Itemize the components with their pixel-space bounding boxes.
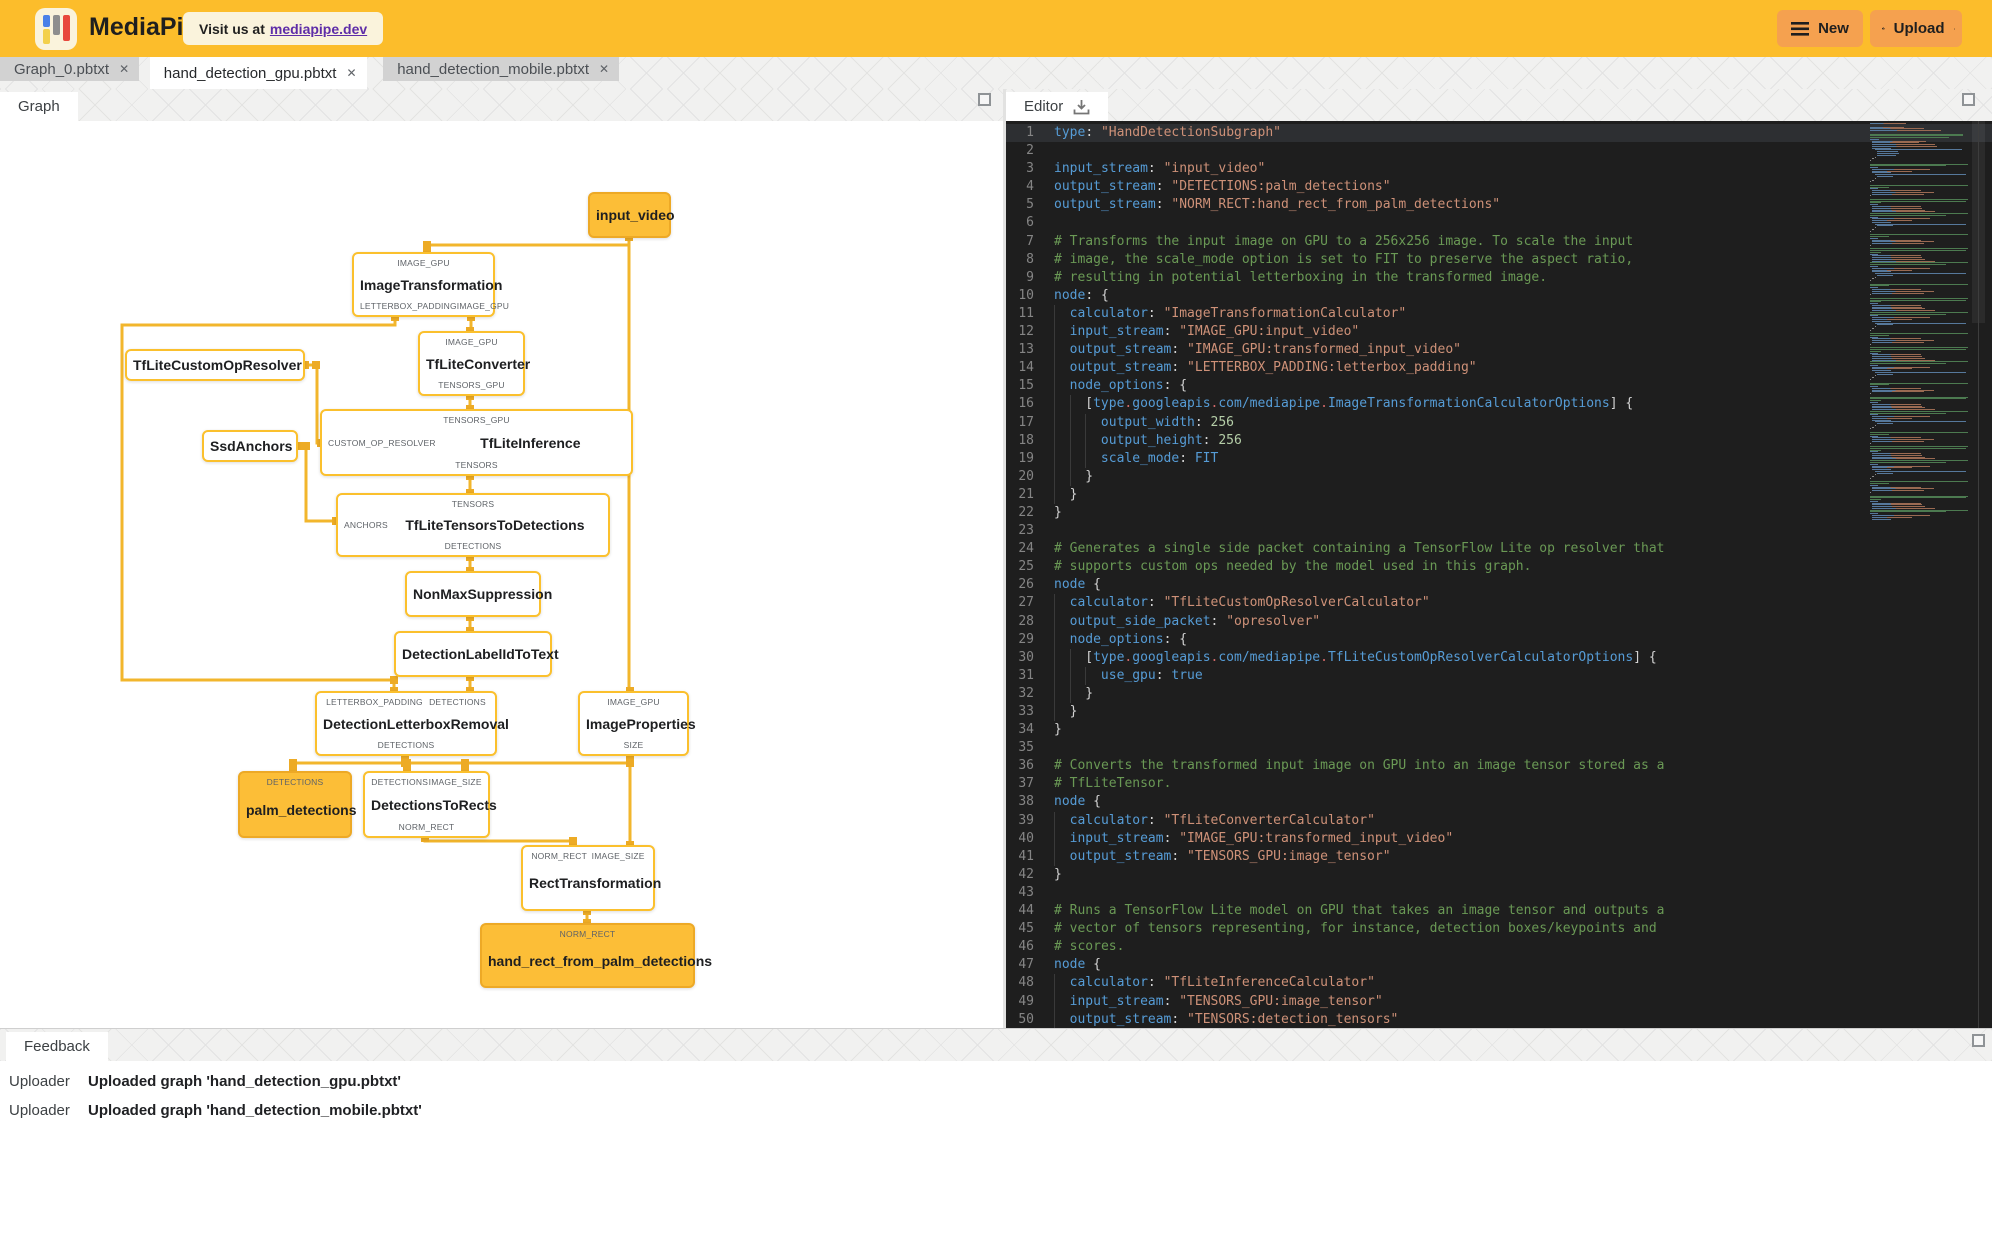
feedback-message: Uploaded graph 'hand_detection_gpu.pbtxt…	[88, 1072, 401, 1090]
menu-icon	[1791, 21, 1810, 36]
node-title: TfLiteCustomOpResolver	[133, 357, 302, 373]
graph-tab-row: Graph	[0, 89, 1003, 121]
port-labels: IMAGE_GPU	[445, 337, 498, 347]
editor-minimap[interactable]	[1868, 123, 1974, 520]
feedback-source: Uploader	[9, 1101, 70, 1119]
port-labels: LETTERBOX_PADDING IMAGE_GPU	[360, 301, 510, 311]
port-labels: TENSORS_GPU	[438, 380, 505, 390]
new-button-label: New	[1818, 20, 1849, 37]
mediapipe-visualizer: MediaPipe Visit us at mediapipe.dev New …	[0, 0, 1992, 1242]
node-title: TfLiteTensorsToDetections	[405, 517, 585, 533]
editor-tab-label: Editor	[1024, 98, 1064, 115]
port-labels: DETECTIONS IMAGE_SIZE	[371, 777, 482, 787]
port-labels: TENSORS_GPU	[443, 415, 510, 425]
graph-node-TfLiteTensorsToDetections[interactable]: TENSORS ANCHORS TfLiteTensorsToDetections D…	[336, 493, 610, 557]
node-title: NonMaxSuppression	[413, 586, 553, 602]
node-title: DetectionLabelIdToText	[402, 646, 559, 662]
tab-editor[interactable]: Editor	[1006, 92, 1109, 121]
editor-expand-icon[interactable]	[1962, 93, 1975, 106]
file-tab-hand_detection_gpu.pbtxt[interactable]: hand_detection_gpu.pbtxt ✕	[149, 57, 367, 89]
file-tab-bar: Graph_0.pbtxt ✕ hand_detection_gpu.pbtxt ✕ h…	[0, 57, 1992, 89]
file-tab-label: hand_detection_mobile.pbtxt	[397, 60, 589, 78]
feedback-tab-label: Feedback	[24, 1038, 90, 1055]
tab-feedback[interactable]: Feedback	[6, 1032, 108, 1061]
file-tab-Graph_0.pbtxt[interactable]: Graph_0.pbtxt ✕	[0, 57, 140, 81]
feedback-expand-icon[interactable]	[1972, 1034, 1985, 1047]
graph-node-TfLiteInference[interactable]: TENSORS_GPU CUSTOM_OP_RESOLVER TfLiteInfer…	[320, 409, 633, 476]
graph-node-NonMaxSuppression[interactable]: NonMaxSuppression	[405, 571, 552, 617]
port-labels: NORM_RECT	[559, 929, 616, 939]
graph-canvas[interactable]: input_video IMAGE_GPU ImageTransformation L…	[0, 121, 1003, 1028]
graph-node-ImageTransformation[interactable]: IMAGE_GPU ImageTransformation LETTERBOX_PA…	[352, 252, 510, 317]
feedback-source: Uploader	[9, 1072, 70, 1090]
node-title: ImageTransformation	[360, 276, 503, 293]
graph-node-RectTransformation[interactable]: NORM_RECT IMAGE_SIZE RectTransformation	[521, 845, 661, 911]
node-title: RectTransformation	[529, 875, 662, 891]
port-labels: LETTERBOX_PADDING DETECTIONS	[326, 697, 486, 707]
visit-text: Visit us at	[199, 20, 265, 37]
graph-node-input_video[interactable]: input_video	[588, 192, 675, 238]
download-icon[interactable]	[1073, 99, 1090, 115]
feedback-log: Uploader Uploaded graph 'hand_detection_g…	[0, 1061, 1992, 1242]
port-labels: IMAGE_GPU	[397, 258, 450, 268]
editor-scrollbar-track	[1978, 121, 1979, 1028]
upload-button-label: Upload	[1893, 20, 1945, 37]
port-label-left: CUSTOM_OP_RESOLVER	[328, 437, 436, 448]
graph-node-DetectionLetterboxRemoval[interactable]: LETTERBOX_PADDING DETECTIONS DetectionLett…	[315, 691, 509, 756]
code-editor[interactable]: 1 type: "HandDetectionSubgraph" 2 3 input_st…	[1006, 121, 1992, 1028]
graph-expand-icon[interactable]	[978, 93, 991, 106]
feedback-strip: Feedback	[0, 1028, 1992, 1061]
editor-tab-row: Editor	[1006, 89, 1992, 121]
node-title: DetectionLetterboxRemoval	[323, 715, 509, 732]
file-tab-label: Graph_0.pbtxt	[14, 60, 110, 78]
node-title: input_video	[596, 207, 675, 223]
upload-button[interactable]: Upload	[1870, 10, 1962, 47]
feedback-message: Uploaded graph 'hand_detection_mobile.pb…	[88, 1101, 422, 1119]
graph-node-palm_detections[interactable]: DETECTIONS palm_detections	[238, 771, 356, 838]
feedback-row: Uploader Uploaded graph 'hand_detection_g…	[0, 1069, 1992, 1093]
node-title: hand_rect_from_palm_detections	[488, 952, 713, 969]
file-tab-label: hand_detection_gpu.pbtxt	[163, 64, 337, 82]
port-labels: DETECTIONS	[377, 740, 435, 750]
port-labels: NORM_RECT IMAGE_SIZE	[531, 851, 645, 861]
graph-node-ImageProperties[interactable]: IMAGE_GPU ImageProperties SIZE	[578, 691, 696, 756]
port-labels: TENSORS	[455, 460, 498, 470]
graph-node-hand_rect_from_palm_detections[interactable]: NORM_RECT hand_rect_from_palm_detections	[480, 923, 712, 988]
node-title: DetectionsToRects	[371, 796, 497, 813]
visit-chip: Visit us at mediapipe.dev	[183, 12, 384, 45]
node-title: ImageProperties	[586, 715, 696, 732]
mediapipe-logo-icon	[35, 8, 77, 50]
graph-node-TfLiteConverter[interactable]: IMAGE_GPU TfLiteConverter TENSORS_GPU	[418, 331, 530, 396]
port-labels: SIZE	[623, 740, 644, 750]
graph-node-SsdAnchors[interactable]: SsdAnchors	[202, 430, 298, 462]
graph-tab-label: Graph	[18, 98, 60, 115]
kebab-menu-icon[interactable]	[1953, 21, 1955, 37]
close-tab-icon[interactable]: ✕	[599, 62, 609, 76]
feedback-row: Uploader Uploaded graph 'hand_detection_m…	[0, 1098, 1992, 1122]
close-tab-icon[interactable]: ✕	[119, 62, 129, 76]
port-label-left: ANCHORS	[344, 520, 388, 530]
node-title: TfLiteConverter	[426, 355, 531, 372]
node-title: SsdAnchors	[210, 438, 293, 454]
cloud-upload-icon	[1882, 27, 1885, 30]
port-labels: DETECTIONS	[444, 541, 502, 551]
tab-graph[interactable]: Graph	[0, 92, 78, 121]
node-title: TfLiteInference	[480, 434, 581, 451]
graph-node-TfLiteCustomOpResolver[interactable]: TfLiteCustomOpResolver	[125, 349, 305, 381]
graph-node-DetectionLabelIdToText[interactable]: DetectionLabelIdToText	[394, 631, 559, 677]
port-labels: DETECTIONS	[266, 777, 324, 787]
close-tab-icon[interactable]: ✕	[346, 66, 356, 80]
node-title: palm_detections	[246, 801, 357, 818]
app-header: MediaPipe Visit us at mediapipe.dev New …	[0, 0, 1992, 57]
new-button[interactable]: New	[1777, 10, 1863, 47]
port-labels: TENSORS	[451, 499, 495, 509]
graph-node-DetectionsToRects[interactable]: DETECTIONS IMAGE_SIZE DetectionsToRects NOR…	[363, 771, 497, 838]
mediapipe-dev-link[interactable]: mediapipe.dev	[270, 21, 367, 37]
file-tab-hand_detection_mobile.pbtxt[interactable]: hand_detection_mobile.pbtxt ✕	[383, 57, 620, 81]
port-labels: NORM_RECT	[398, 822, 455, 832]
port-labels: IMAGE_GPU	[607, 697, 660, 707]
